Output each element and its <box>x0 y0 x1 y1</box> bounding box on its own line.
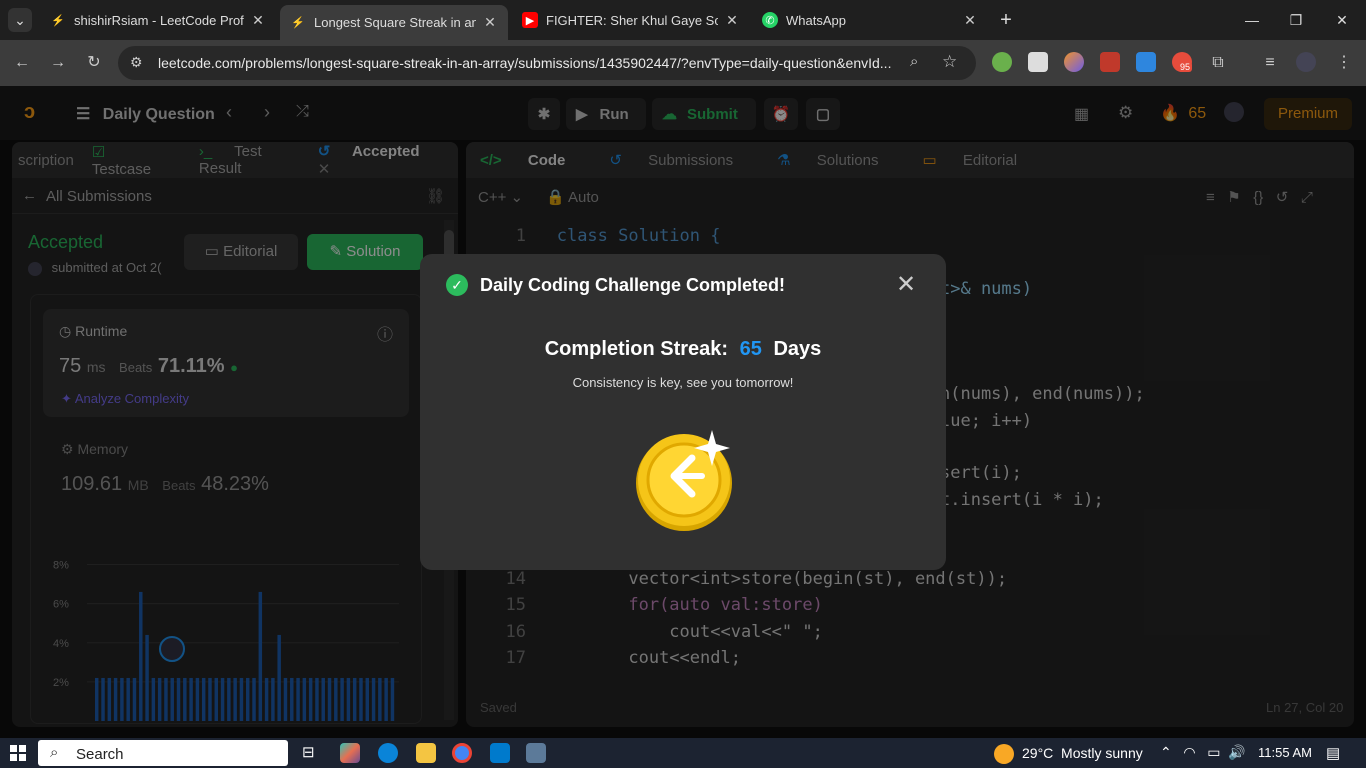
weather-icon <box>994 744 1014 764</box>
zoom-icon[interactable]: ⌕ <box>910 53 918 70</box>
leetcode-favicon-icon: ⚡ <box>51 14 65 27</box>
back-icon[interactable]: ← <box>10 51 34 75</box>
clock-time[interactable]: 11:55 AM <box>1258 745 1312 760</box>
system-tray-icons[interactable]: ⌃ ◠ ▭ 🔊 <box>1160 744 1246 761</box>
streak-value: 65 <box>739 338 762 360</box>
close-tab-icon[interactable]: ✕ <box>724 12 740 29</box>
completion-streak: Completion Streak: 65 Days <box>420 338 946 361</box>
extension-green-icon[interactable] <box>992 52 1012 72</box>
close-window-icon[interactable]: ✕ <box>1330 8 1354 32</box>
restore-icon[interactable]: ❐ <box>1284 8 1308 32</box>
tab-longest-square-streak[interactable]: ⚡ Longest Square Streak in an Arr ✕ <box>280 5 508 40</box>
chrome-menu-icon[interactable]: ⋮ <box>1332 51 1356 75</box>
tab-title: shishirRsiam - LeetCode Profile <box>74 12 244 28</box>
modal-subtitle: Consistency is key, see you tomorrow! <box>572 375 794 390</box>
address-bar[interactable]: ⚙ leetcode.com/problems/longest-square-s… <box>118 46 976 80</box>
streak-unit: Days <box>773 338 822 360</box>
forward-icon[interactable]: → <box>46 51 70 75</box>
tab-youtube-fighter[interactable]: ▶ FIGHTER: Sher Khul Gaye Song ✕ <box>512 5 750 35</box>
site-info-icon[interactable]: ⚙ <box>130 54 143 71</box>
notification-icon[interactable]: ▤ <box>1326 744 1340 762</box>
extension-puzzle-icon[interactable] <box>1028 52 1048 72</box>
tab-whatsapp[interactable]: ✆ WhatsApp ✕ <box>752 5 988 35</box>
profile-avatar[interactable] <box>1296 52 1316 72</box>
streak-label: Completion Streak: <box>544 338 729 360</box>
close-tab-icon[interactable]: ✕ <box>962 12 978 29</box>
bookmark-star-icon[interactable]: ☆ <box>942 52 957 72</box>
task-view-icon[interactable]: ⊟ <box>302 743 322 763</box>
extension-blue-icon[interactable] <box>1136 52 1156 72</box>
tab-search-icon[interactable]: ⌄ <box>8 8 32 32</box>
extensions-icon[interactable]: ⧉ <box>1206 51 1230 75</box>
battery-icon: ▭ <box>1207 744 1221 760</box>
close-tab-icon[interactable]: ✕ <box>250 12 266 29</box>
copilot-icon[interactable] <box>340 743 360 763</box>
leetcode-favicon-icon: ⚡ <box>291 17 305 29</box>
app-icon[interactable] <box>526 743 546 763</box>
chrome-icon[interactable] <box>452 743 472 763</box>
extension-badge-icon[interactable]: 95 <box>1172 52 1193 72</box>
url-text[interactable]: leetcode.com/problems/longest-square-str… <box>158 55 903 71</box>
close-tab-icon[interactable]: ✕ <box>482 14 498 31</box>
minimize-icon[interactable]: — <box>1240 8 1264 32</box>
windows-start-icon[interactable] <box>10 745 26 761</box>
vscode-icon[interactable] <box>490 743 510 763</box>
tab-title: WhatsApp <box>786 12 846 28</box>
reload-icon[interactable]: ↻ <box>82 51 106 75</box>
browser-toolbar: ← → ↻ ⚙ leetcode.com/problems/longest-sq… <box>0 40 1366 86</box>
modal-title: Daily Coding Challenge Completed! <box>480 275 786 295</box>
extension-color-icon[interactable] <box>1064 52 1084 72</box>
wifi-icon: ◠ <box>1183 744 1196 760</box>
windows-taskbar: ⌕ Search ⊟ 29°C Mostly sunny ⌃ ◠ ▭ 🔊 11:… <box>0 738 1366 768</box>
browser-tab-bar: ⌄ ⚡ shishirRsiam - LeetCode Profile ✕ ⚡ … <box>0 0 1366 40</box>
check-circle-icon: ✓ <box>446 274 468 296</box>
whatsapp-favicon-icon: ✆ <box>762 12 778 28</box>
extension-badge-count: 95 <box>1178 62 1193 72</box>
new-tab-icon[interactable]: + <box>994 8 1018 32</box>
weather-text[interactable]: 29°C Mostly sunny <box>1022 745 1143 761</box>
extension-red-icon[interactable] <box>1100 52 1120 72</box>
volume-icon: 🔊 <box>1228 744 1246 760</box>
file-explorer-icon[interactable] <box>416 743 436 763</box>
youtube-favicon-icon: ▶ <box>522 12 538 28</box>
search-placeholder: Search <box>76 746 124 763</box>
tab-title: Longest Square Streak in an Arr <box>314 15 476 30</box>
leetcode-coin-icon <box>636 430 732 531</box>
search-box[interactable]: ⌕ Search <box>38 740 288 766</box>
edge-icon[interactable] <box>378 743 398 763</box>
tab-title: FIGHTER: Sher Khul Gaye Song <box>546 12 718 28</box>
daily-challenge-modal: ✓ Daily Coding Challenge Completed! ✕ Co… <box>420 254 946 570</box>
close-icon[interactable]: ✕ <box>896 270 916 299</box>
search-icon: ⌕ <box>50 744 59 761</box>
media-control-icon[interactable]: ≡ <box>1258 51 1282 75</box>
tab-leetcode-profile[interactable]: ⚡ shishirRsiam - LeetCode Profile ✕ <box>40 5 276 35</box>
chevron-up-icon: ⌃ <box>1160 744 1172 760</box>
